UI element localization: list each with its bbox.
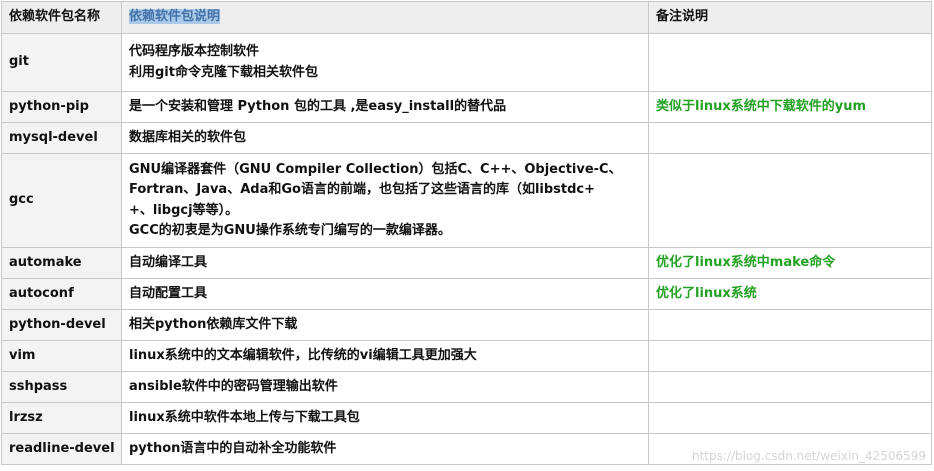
description-line: 代码程序版本控制软件 [129,44,260,59]
description-line: 数据库相关的软件包 [129,129,247,145]
header-notes: 备注说明 [648,1,932,34]
table-row: git 代码程序版本控制软件利用git命令克隆下载相关软件包 [1,33,932,92]
note-cell [648,402,932,434]
description-line: GCC的初衷是为GNU操作系统专门编写的一款编译器。 [129,223,451,238]
description-line: 相关python依赖库文件下载 [129,316,298,332]
header-package-description: 依赖软件包说明 [121,1,649,34]
package-name-cell: sshpass [1,371,122,403]
package-name-cell: python-pip [1,91,122,123]
description-line: linux系统中的文本编辑软件，比传统的vi编辑工具更加强大 [129,347,477,363]
watermark: https://blog.csdn.net/weixin_42506599 [691,449,926,463]
table-row: mysql-devel 数据库相关的软件包 [1,122,932,154]
note-cell [648,340,932,372]
note-cell: 优化了linux系统中make命令 [648,247,932,279]
note-cell: 优化了linux系统 [648,278,932,310]
description-line: 自动编译工具 [129,254,208,270]
table-row: python-pip 是一个安装和管理 Python 包的工具 ,是easy_i… [1,91,932,123]
table-row: autoconf 自动配置工具 优化了linux系统 [1,278,932,310]
dependency-table: 依赖软件包名称 依赖软件包说明 备注说明 git 代码程序版本控制软件利用git… [1,1,932,465]
description-line: +、libgcj等等）。 [129,202,239,218]
package-description-cell: linux系统中软件本地上传与下载工具包 [121,402,649,434]
table-row: vim linux系统中的文本编辑软件，比传统的vi编辑工具更加强大 [1,340,932,372]
package-description-cell: linux系统中的文本编辑软件，比传统的vi编辑工具更加强大 [121,340,649,372]
package-description-cell: 是一个安装和管理 Python 包的工具 ,是easy_install的替代品 [121,91,649,123]
package-description-cell: GNU编译器套件（GNU Compiler Collection）包括C、C++… [121,153,649,248]
package-description-cell: 数据库相关的软件包 [121,122,649,154]
package-name-cell: gcc [1,153,122,248]
table-row: lrzsz linux系统中软件本地上传与下载工具包 [1,402,932,434]
package-description-cell: 自动配置工具 [121,278,649,310]
note-cell [648,122,932,154]
note-cell [648,309,932,341]
description-line: python语言中的自动补全功能软件 [129,440,337,456]
package-name-cell: lrzsz [1,402,122,434]
header-description-highlight: 依赖软件包说明 [129,9,221,25]
package-description-cell: 代码程序版本控制软件利用git命令克隆下载相关软件包 [121,33,649,92]
note-cell [648,153,932,248]
package-name-cell: python-devel [1,309,122,341]
table-row: gcc GNU编译器套件（GNU Compiler Collection）包括C… [1,153,932,248]
package-description-cell: ansible软件中的密码管理输出软件 [121,371,649,403]
package-description-cell: 自动编译工具 [121,247,649,279]
table-row: python-devel 相关python依赖库文件下载 [1,309,932,341]
package-name-cell: readline-devel [1,433,122,465]
description-line: 是一个安装和管理 Python 包的工具 ,是easy_install的替代品 [129,98,507,114]
header-package-name: 依赖软件包名称 [1,1,122,34]
description-line: 利用git命令克隆下载相关软件包 [129,64,318,80]
description-line: GNU编译器套件（GNU Compiler Collection）包括C、C++… [129,161,622,177]
table-row: automake 自动编译工具 优化了linux系统中make命令 [1,247,932,279]
package-description-cell: 相关python依赖库文件下载 [121,309,649,341]
package-name-cell: git [1,33,122,92]
package-name-cell: vim [1,340,122,372]
note-cell [648,371,932,403]
description-line: linux系统中软件本地上传与下载工具包 [129,409,360,425]
header-row: 依赖软件包名称 依赖软件包说明 备注说明 [1,1,932,34]
package-description-cell: python语言中的自动补全功能软件 [121,433,649,465]
package-name-cell: automake [1,247,122,279]
note-cell: 类似于linux系统中下载软件的yum [648,91,932,123]
note-cell [648,33,932,92]
description-line: ansible软件中的密码管理输出软件 [129,378,338,394]
description-line: 自动配置工具 [129,285,208,301]
description-line: Fortran、Java、Ada和Go语言的前端，也包括了这些语言的库（如lib… [129,182,596,197]
table-row: sshpass ansible软件中的密码管理输出软件 [1,371,932,403]
package-name-cell: mysql-devel [1,122,122,154]
package-name-cell: autoconf [1,278,122,310]
